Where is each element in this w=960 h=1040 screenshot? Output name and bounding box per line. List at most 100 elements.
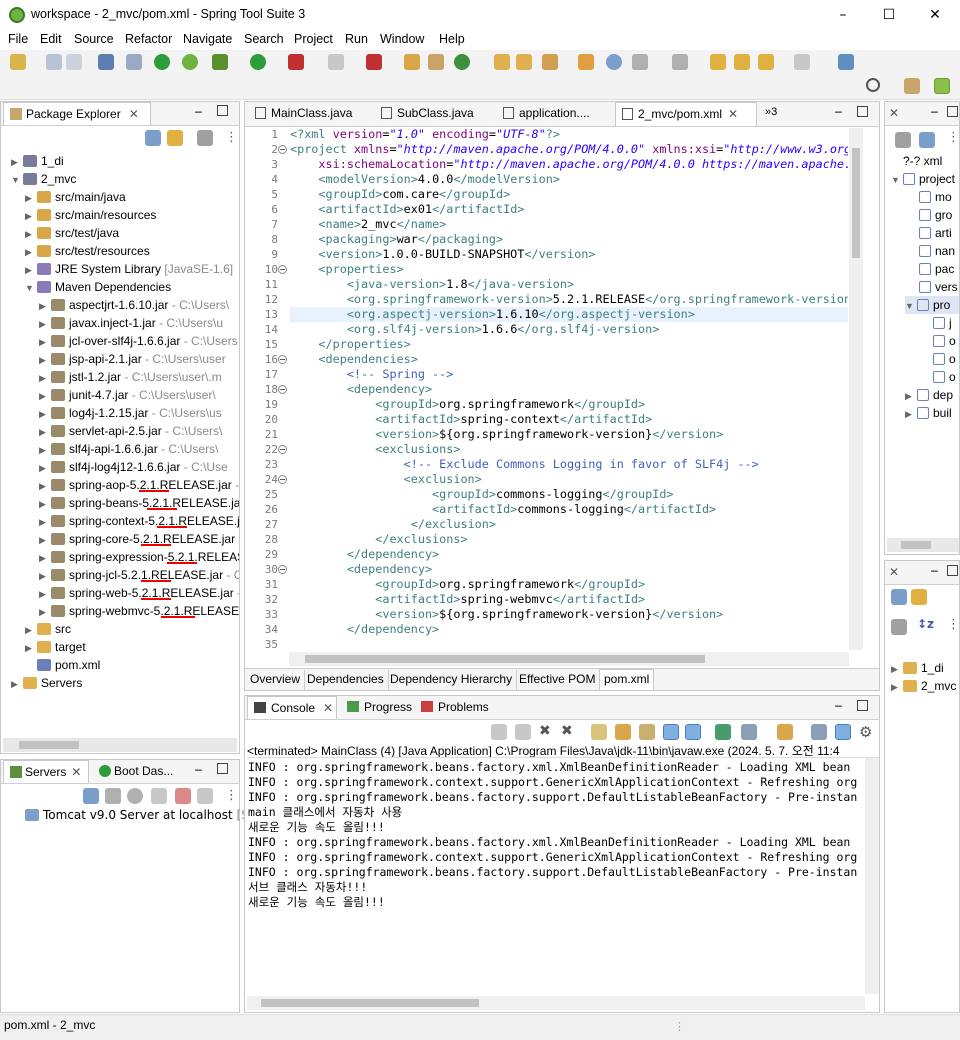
outline-item[interactable]: ▼ pro: [905, 296, 959, 314]
expand-icon[interactable]: ▶: [39, 531, 51, 549]
outline-item[interactable]: nan: [919, 242, 955, 260]
publish-icon[interactable]: [197, 788, 213, 804]
outline-item[interactable]: ▶ dep: [905, 386, 953, 404]
open-type-icon[interactable]: [494, 54, 510, 70]
tab-dependency-hierarchy[interactable]: Dependency Hierarchy: [386, 670, 518, 691]
fold-toggle-icon[interactable]: −: [278, 145, 287, 154]
view-menu-icon[interactable]: ⋮: [225, 788, 238, 803]
editor-horizontal-scrollbar[interactable]: [289, 652, 849, 666]
maximize-button[interactable]: ☐: [866, 4, 912, 26]
maximize-view-icon[interactable]: [217, 763, 228, 774]
last-edit-icon[interactable]: [710, 54, 726, 70]
expand-icon[interactable]: ▶: [39, 315, 51, 333]
outline-item[interactable]: j: [933, 314, 952, 332]
maximize-view-icon[interactable]: [947, 565, 958, 576]
fold-toggle-icon[interactable]: −: [278, 475, 287, 484]
tree-item[interactable]: ▶ javax.inject-1.jar - C:\Users\u: [39, 314, 223, 332]
server-item-tomcat[interactable]: Tomcat v9.0 Server at localhost [Sto: [25, 806, 261, 824]
link-editor-icon[interactable]: [911, 589, 927, 605]
tab-effective-pom[interactable]: Effective POM: [515, 670, 601, 691]
minimize-view-icon[interactable]: ─: [835, 700, 842, 713]
open-console-icon[interactable]: [777, 724, 793, 740]
expand-icon[interactable]: ▶: [25, 621, 37, 639]
expand-icon[interactable]: ▶: [39, 567, 51, 585]
tree-item[interactable]: ▶ src/test/java: [25, 224, 119, 242]
tab-progress[interactable]: Progress: [341, 696, 418, 719]
project-item-1-di[interactable]: ▶ 1_di: [891, 659, 944, 677]
tree-item[interactable]: ▶spring-core-5.2.1.RELEASE.jar -: [39, 530, 239, 548]
maximize-view-icon[interactable]: [947, 106, 958, 117]
spring-perspective-icon[interactable]: [934, 78, 950, 94]
close-icon[interactable]: ✕: [71, 765, 81, 779]
menu-edit[interactable]: Edit: [40, 32, 62, 46]
expand-icon[interactable]: ▶: [39, 423, 51, 441]
tree-item[interactable]: ▶ 1_di: [11, 152, 64, 170]
remove-launch-icon[interactable]: [491, 724, 507, 740]
close-icon[interactable]: ✕: [129, 107, 139, 121]
scrollbar-thumb[interactable]: [261, 999, 479, 1007]
tree-item[interactable]: ▼ Maven Dependencies: [25, 278, 171, 296]
show-output-icon[interactable]: [663, 724, 679, 740]
menu-search[interactable]: Search: [244, 32, 284, 46]
tree-item[interactable]: ▶ src/test/resources: [25, 242, 150, 260]
start-server-icon[interactable]: [127, 788, 143, 804]
copy-icon[interactable]: [811, 724, 827, 740]
tree-item[interactable]: ▶ src: [25, 620, 71, 638]
scrollbar-thumb[interactable]: [901, 541, 931, 549]
run-icon[interactable]: [250, 54, 266, 70]
tree-item[interactable]: ▶ target: [25, 638, 86, 656]
profile-server-icon[interactable]: [151, 788, 167, 804]
expand-icon[interactable]: ▶: [25, 261, 37, 279]
fold-toggle-icon[interactable]: −: [278, 445, 287, 454]
run-external-icon[interactable]: [288, 54, 304, 70]
remove-all-icon[interactable]: ✖: [539, 723, 551, 739]
link-editor-icon[interactable]: [167, 130, 183, 146]
open-task-icon[interactable]: [578, 54, 594, 70]
spring-icon[interactable]: [182, 54, 198, 70]
close-icon[interactable]: ✕: [323, 701, 333, 715]
filter-icon[interactable]: [895, 132, 911, 148]
outline-item[interactable]: pac: [919, 260, 954, 278]
display-console-icon[interactable]: [741, 724, 757, 740]
maximize-view-icon[interactable]: [857, 700, 868, 711]
tab-overflow[interactable]: »3: [759, 102, 783, 126]
tab-subclass-java[interactable]: SubClass.java: [375, 102, 480, 126]
tree-item[interactable]: ▶ aspectjrt-1.6.10.jar - C:\Users\: [39, 296, 229, 314]
tab-overview[interactable]: Overview: [246, 670, 306, 691]
expand-icon[interactable]: ▶: [39, 585, 51, 603]
open-perspective-icon[interactable]: [904, 78, 920, 94]
minimize-view-icon[interactable]: ─: [931, 565, 938, 578]
menu-window[interactable]: Window: [380, 32, 424, 46]
tree-item[interactable]: ▶ spring-jcl-5.2.1.RELEASE.jar - C: [39, 566, 239, 584]
tree-item[interactable]: ▶ src/main/resources: [25, 206, 156, 224]
expand-icon[interactable]: ▶: [25, 189, 37, 207]
view-menu-icon[interactable]: ⋮: [225, 130, 238, 145]
debug-server-icon[interactable]: [105, 788, 121, 804]
outline-item[interactable]: mo: [919, 188, 952, 206]
console-vertical-scrollbar[interactable]: [865, 758, 879, 994]
collapse-all-icon[interactable]: [891, 589, 907, 605]
maximize-view-icon[interactable]: [217, 105, 228, 116]
fold-toggle-icon[interactable]: −: [278, 565, 287, 574]
tab-package-explorer[interactable]: Package Explorer ✕: [3, 102, 151, 125]
view-menu-icon[interactable]: ⋮: [947, 130, 959, 145]
expand-icon[interactable]: ▶: [39, 513, 51, 531]
minimize-view-icon[interactable]: ─: [835, 106, 842, 119]
open-folder-icon[interactable]: [516, 54, 532, 70]
sort-icon[interactable]: ↕z: [917, 617, 934, 631]
collapse-icon[interactable]: [83, 788, 99, 804]
show-console-icon[interactable]: [639, 724, 655, 740]
minimize-view-icon[interactable]: ─: [931, 106, 938, 119]
tree-item[interactable]: ▶ servlet-api-2.5.jar - C:\Users\: [39, 422, 222, 440]
tab-dependencies[interactable]: Dependencies: [303, 670, 389, 691]
menu-project[interactable]: Project: [294, 32, 333, 46]
next-annotation-icon[interactable]: [632, 54, 648, 70]
expand-icon[interactable]: ▶: [39, 405, 51, 423]
menu-file[interactable]: File: [8, 32, 28, 46]
close-button[interactable]: ✕: [912, 4, 958, 26]
filters-icon[interactable]: [891, 619, 907, 635]
tab-servers[interactable]: Servers ✕: [3, 760, 89, 783]
tree-item[interactable]: ▶ junit-4.7.jar - C:\Users\user\: [39, 386, 216, 404]
save-icon[interactable]: [46, 54, 62, 70]
tree-item[interactable]: pom.xml: [25, 656, 100, 674]
